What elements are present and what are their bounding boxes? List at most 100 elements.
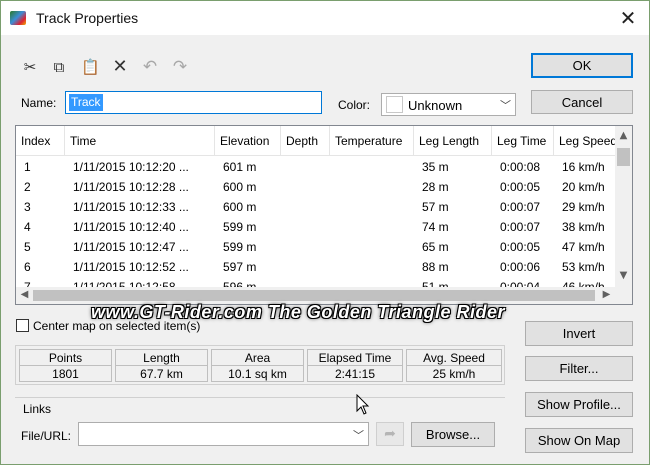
stat-points-value: 1801: [19, 365, 112, 382]
cell-time: 1/11/2015 10:12:52 ...: [73, 260, 189, 274]
stat-length-label: Length: [115, 349, 208, 365]
table-row[interactable]: 4 1/11/2015 10:12:40 ... 599 m 74 m 0:00…: [16, 217, 616, 237]
title-bar: Track Properties ✕: [1, 1, 649, 35]
cell-index: 1: [24, 160, 31, 174]
cell-leg-time: 0:00:08: [500, 160, 541, 174]
cut-icon[interactable]: ✂: [21, 58, 39, 76]
cell-temperature: [330, 217, 414, 237]
cell-temperature: [330, 257, 414, 277]
cell-index: 4: [24, 220, 31, 234]
cell-time: 1/11/2015 10:12:28 ...: [73, 180, 189, 194]
browse-button[interactable]: Browse...: [411, 422, 495, 447]
column-leg-time[interactable]: Leg Time: [492, 126, 554, 156]
mouse-cursor-icon: [356, 394, 370, 415]
links-group-label: Links: [23, 402, 56, 416]
invert-button[interactable]: Invert: [525, 321, 633, 346]
cell-leg-speed: 16 km/h: [562, 160, 605, 174]
cell-leg-speed: 20 km/h: [562, 180, 605, 194]
table-row[interactable]: 5 1/11/2015 10:12:47 ... 599 m 65 m 0:00…: [16, 237, 616, 257]
redo-icon[interactable]: ↷: [171, 58, 189, 76]
show-on-map-button[interactable]: Show On Map: [525, 428, 633, 453]
cell-elevation: 600 m: [223, 180, 257, 194]
scroll-right-icon[interactable]: ▶: [598, 289, 615, 300]
cell-leg-speed: 38 km/h: [562, 220, 605, 234]
cell-elevation: 600 m: [223, 200, 257, 214]
cell-temperature: [330, 177, 414, 197]
table-row[interactable]: 2 1/11/2015 10:12:28 ... 600 m 28 m 0:00…: [16, 177, 616, 197]
scroll-left-icon[interactable]: ◀: [16, 289, 33, 300]
cell-index: 3: [24, 200, 31, 214]
cell-time: 1/11/2015 10:12:47 ...: [73, 240, 189, 254]
stat-length-value: 67.7 km: [115, 365, 208, 382]
stat-elapsed-time-value: 2:41:15: [307, 365, 403, 382]
table-row[interactable]: 3 1/11/2015 10:12:33 ... 600 m 57 m 0:00…: [16, 197, 616, 217]
cell-leg-length: 88 m: [422, 260, 449, 274]
app-logo-icon: [10, 11, 26, 25]
cell-index: 5: [24, 240, 31, 254]
file-url-input[interactable]: ﹀: [78, 422, 369, 446]
cell-leg-length: 28 m: [422, 180, 449, 194]
open-link-icon[interactable]: ➦: [376, 422, 404, 446]
stat-elapsed-time-label: Elapsed Time: [307, 349, 403, 365]
cell-index: 2: [24, 180, 31, 194]
track-points-table[interactable]: Index Time Elevation Depth Temperature L…: [15, 125, 633, 305]
cell-depth: [281, 257, 330, 277]
column-temperature[interactable]: Temperature: [330, 126, 414, 156]
center-map-checkbox[interactable]: [16, 319, 29, 332]
vertical-scroll-thumb[interactable]: [617, 148, 630, 166]
column-index[interactable]: Index: [16, 126, 65, 156]
cell-leg-speed: 29 km/h: [562, 200, 605, 214]
cell-leg-time: 0:00:05: [500, 180, 541, 194]
column-elevation[interactable]: Elevation: [215, 126, 281, 156]
column-leg-length[interactable]: Leg Length: [414, 126, 492, 156]
cell-elevation: 601 m: [223, 160, 257, 174]
cell-leg-time: 0:00:06: [500, 260, 541, 274]
undo-icon[interactable]: ↶: [141, 58, 159, 76]
column-depth[interactable]: Depth: [281, 126, 330, 156]
table-header: Index Time Elevation Depth Temperature L…: [16, 126, 616, 156]
chevron-down-icon[interactable]: ﹀: [353, 427, 364, 443]
center-map-label[interactable]: Center map on selected item(s): [33, 319, 200, 333]
cell-depth: [281, 237, 330, 257]
copy-icon[interactable]: ⧉: [50, 58, 68, 76]
window-title: Track Properties: [36, 10, 139, 26]
table-row[interactable]: 1 1/11/2015 10:12:20 ... 601 m 35 m 0:00…: [16, 157, 616, 177]
name-input[interactable]: Track: [65, 91, 322, 114]
close-icon[interactable]: ✕: [617, 7, 639, 29]
cell-temperature: [330, 197, 414, 217]
color-dropdown[interactable]: Unknown ﹀: [381, 93, 516, 116]
filter-button[interactable]: Filter...: [525, 356, 633, 381]
cell-leg-speed: 53 km/h: [562, 260, 605, 274]
scroll-down-icon[interactable]: ▼: [615, 270, 632, 281]
cell-temperature: [330, 237, 414, 257]
ok-button[interactable]: OK: [531, 53, 633, 78]
column-leg-speed[interactable]: Leg Speed: [554, 126, 616, 156]
vertical-scrollbar[interactable]: ▲ ▼: [615, 126, 632, 288]
chevron-down-icon[interactable]: ﹀: [500, 97, 511, 113]
cell-depth: [281, 157, 330, 177]
show-profile-button[interactable]: Show Profile...: [525, 392, 633, 417]
paste-icon[interactable]: 📋: [81, 58, 100, 76]
horizontal-scroll-thumb[interactable]: [33, 290, 595, 301]
cell-leg-time: 0:00:05: [500, 240, 541, 254]
column-time[interactable]: Time: [65, 126, 215, 156]
stat-avg-speed-label: Avg. Speed: [406, 349, 502, 365]
track-stats-panel: Points 1801 Length 67.7 km Area 10.1 sq …: [15, 345, 505, 385]
cell-leg-speed: 47 km/h: [562, 240, 605, 254]
name-value[interactable]: Track: [69, 94, 103, 111]
stat-area-value: 10.1 sq km: [211, 365, 304, 382]
cell-leg-time: 0:00:07: [500, 200, 541, 214]
cell-time: 1/11/2015 10:12:40 ...: [73, 220, 189, 234]
cell-leg-length: 65 m: [422, 240, 449, 254]
cell-depth: [281, 217, 330, 237]
color-value: Unknown: [408, 98, 463, 113]
scroll-up-icon[interactable]: ▲: [615, 130, 632, 141]
name-label: Name:: [21, 96, 57, 110]
cell-elevation: 597 m: [223, 260, 257, 274]
color-swatch: [386, 96, 403, 113]
cell-time: 1/11/2015 10:12:20 ...: [73, 160, 189, 174]
cancel-button[interactable]: Cancel: [531, 90, 633, 114]
delete-icon[interactable]: ✕: [111, 58, 129, 76]
table-row[interactable]: 6 1/11/2015 10:12:52 ... 597 m 88 m 0:00…: [16, 257, 616, 277]
cell-temperature: [330, 157, 414, 177]
